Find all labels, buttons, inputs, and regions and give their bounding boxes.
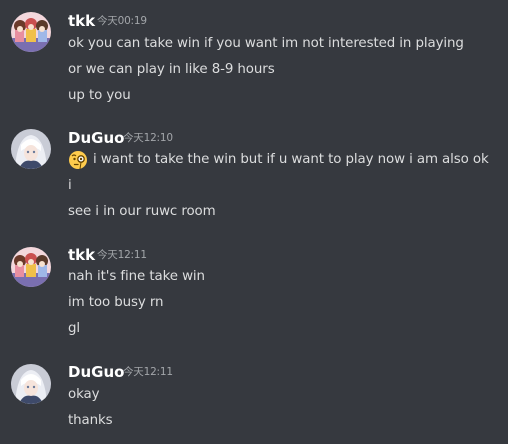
username[interactable]: tkk: [68, 246, 95, 264]
message-timestamp: 今天12:11: [123, 366, 173, 378]
message-text: or we can play in like 8-9 hours: [68, 62, 275, 77]
message-group: tkk 今天12:11 nah it's fine take win im to…: [0, 240, 508, 350]
message-group: tkk 今天00:19 ok you can take win if you w…: [0, 0, 508, 120]
avatar[interactable]: [11, 364, 51, 404]
message-timestamp: 今天00:19: [97, 15, 147, 27]
message-text: okay: [68, 387, 100, 402]
message-text: i want to take the win but if u want to …: [93, 152, 489, 167]
message-text: im too busy rn: [68, 295, 164, 310]
message-group: DuGuo 今天12:11 okay thanks: [0, 350, 508, 444]
username[interactable]: tkk: [68, 12, 95, 30]
message-text: ok you can take win if you want im not i…: [68, 36, 464, 51]
message-timestamp: 今天12:11: [97, 249, 147, 261]
message-text: up to you: [68, 88, 131, 103]
message-text: see i in our ruwc room: [68, 204, 216, 219]
avatar[interactable]: [11, 247, 51, 287]
message-text: nah it's fine take win: [68, 269, 205, 284]
face-with-monocle-emoji: [69, 151, 87, 170]
avatar[interactable]: [11, 129, 51, 169]
message-text: i: [68, 178, 72, 193]
avatar[interactable]: [11, 12, 51, 52]
username[interactable]: DuGuo: [68, 363, 124, 381]
username[interactable]: DuGuo: [68, 129, 124, 147]
message-timestamp: 今天12:10: [123, 132, 173, 144]
message-text: thanks: [68, 413, 113, 428]
message-text: gl: [68, 321, 81, 336]
message-group: DuGuo 今天12:10 i want to take the win but…: [0, 120, 508, 240]
